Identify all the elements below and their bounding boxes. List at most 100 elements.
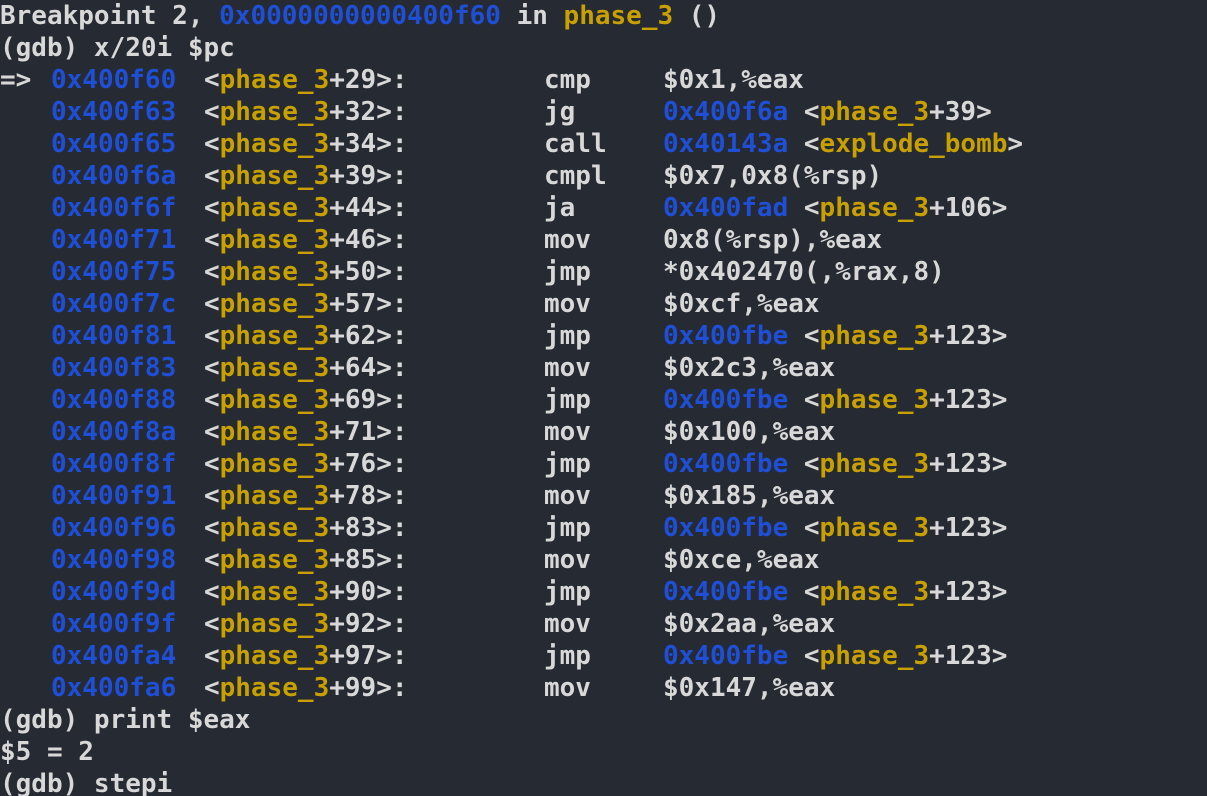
operand-part: $0xcf,%eax [663,289,820,319]
instruction-row: 0x400f6f <phase_3+44>: ja 0x400fad <phase_3… [0,192,1207,224]
instruction-opcode: mov [544,353,591,383]
instruction-operands: $0x2c3,%eax [663,352,835,384]
symbol-offset: +50>: [329,257,408,287]
instruction-opcode: jmp [544,321,591,351]
operand-part: +123> [929,449,1008,479]
operand-part: $0xce,%eax [663,545,820,575]
breakpoint-address: 0x0000000000400f60 [219,1,501,31]
operand-part: 0x400fad [663,193,789,223]
symbol-function: phase_3 [219,609,330,639]
instruction-row: 0x400f96 <phase_3+83>: jmp 0x400fbe <phase_… [0,512,1207,544]
instruction-symbol: <phase_3+39>: [204,161,408,191]
breakpoint-suffix: () [673,1,721,31]
instruction-row: 0x400f71 <phase_3+46>: mov 0x8(%rsp),%eax [0,224,1207,256]
symbol-offset: +62>: [329,321,408,351]
instruction-row: 0x400f65 <phase_3+34>: call 0x40143a <explo… [0,128,1207,160]
print-result: $5 = 2 [0,737,94,767]
instruction-row: 0x400f88 <phase_3+69>: jmp 0x400fbe <phase_… [0,384,1207,416]
operand-part: +123> [929,385,1008,415]
instruction-row: 0x400f9f <phase_3+92>: mov $0x2aa,%eax [0,608,1207,640]
operand-part: 0x400fbe [663,321,789,351]
operand-part: phase_3 [819,641,930,671]
operand-part: < [788,577,820,607]
symbol-function: phase_3 [219,289,330,319]
symbol-offset: +76>: [329,449,408,479]
instruction-operands: 0x400f6a <phase_3+39> [663,96,992,128]
operand-part: $0x185,%eax [663,481,836,511]
operand-part: $0x147,%eax [663,673,836,703]
instruction-symbol: <phase_3+99>: [204,673,408,703]
symbol-function: phase_3 [219,673,330,703]
symbol-function: phase_3 [219,321,330,351]
instruction-address: 0x400f81 [51,321,177,351]
instruction-list: => 0x400f60 <phase_3+29>: cmp $0x1,%eax 0x400… [0,64,1207,704]
instruction-address: 0x400f75 [51,257,177,287]
symbol-function: phase_3 [219,545,330,575]
operand-part: 0x400fbe [663,577,789,607]
instruction-opcode: jmp [544,385,591,415]
operand-part: < [788,641,820,671]
instruction-operands: 0x400fbe <phase_3+123> [663,576,1007,608]
operand-part: 0x400fbe [663,513,789,543]
instruction-operands: 0x40143a <explode_bomb> [663,128,1023,160]
instruction-row: 0x400f75 <phase_3+50>: jmp *0x402470(,%rax,… [0,256,1207,288]
operand-part: +123> [929,641,1008,671]
instruction-symbol: <phase_3+71>: [204,417,408,447]
instruction-opcode: mov [544,673,591,703]
instruction-address: 0x400f8a [51,417,177,447]
instruction-address: 0x400f8f [51,449,177,479]
operand-part: phase_3 [819,193,930,223]
operand-part: 0x400f6a [663,97,789,127]
instruction-operands: 0x400fbe <phase_3+123> [663,640,1007,672]
symbol-function: phase_3 [219,577,330,607]
instruction-symbol: <phase_3+85>: [204,545,408,575]
instruction-symbol: <phase_3+83>: [204,513,408,543]
operand-part: phase_3 [819,449,930,479]
command-line[interactable]: (gdb) stepi [0,768,1207,796]
symbol-offset: +57>: [329,289,408,319]
operand-part: 0x400fbe [663,641,789,671]
operand-part: phase_3 [819,97,930,127]
instruction-row: 0x400f63 <phase_3+32>: jg 0x400f6a <phase_3… [0,96,1207,128]
symbol-offset: +92>: [329,609,408,639]
instruction-row: => 0x400f60 <phase_3+29>: cmp $0x1,%eax [0,64,1207,96]
operand-part: explode_bomb [819,129,1008,159]
instruction-symbol: <phase_3+69>: [204,385,408,415]
instruction-operands: 0x400fbe <phase_3+123> [663,512,1007,544]
instruction-address: 0x400fa6 [51,673,177,703]
symbol-function: phase_3 [219,513,330,543]
instruction-symbol: <phase_3+50>: [204,257,408,287]
symbol-function: phase_3 [219,257,330,287]
instruction-address: 0x400fa4 [51,641,177,671]
instruction-operands: $0xce,%eax [663,544,820,576]
symbol-offset: +90>: [329,577,408,607]
instruction-opcode: mov [544,481,591,511]
instruction-symbol: <phase_3+34>: [204,129,408,159]
symbol-function: phase_3 [219,417,330,447]
instruction-opcode: cmpl [544,161,607,191]
gdb-terminal[interactable]: Breakpoint 2, 0x0000000000400f60 in phas… [0,0,1207,796]
instruction-opcode: jmp [544,449,591,479]
operand-part: < [788,513,820,543]
instruction-opcode: jmp [544,641,591,671]
instruction-symbol: <phase_3+62>: [204,321,408,351]
instruction-address: 0x400f9f [51,609,177,639]
instruction-address: 0x400f7c [51,289,177,319]
instruction-opcode: ja [544,193,576,223]
instruction-address: 0x400f91 [51,481,177,511]
instruction-opcode: jmp [544,513,591,543]
breakpoint-function: phase_3 [563,1,674,31]
symbol-function: phase_3 [219,353,330,383]
symbol-offset: +69>: [329,385,408,415]
instruction-address: 0x400f9d [51,577,177,607]
operand-part: > [1007,129,1024,159]
instruction-address: 0x400f6f [51,193,177,223]
operand-part: $0x1,%eax [663,65,804,95]
instruction-operands: $0x147,%eax [663,672,835,704]
instruction-symbol: <phase_3+76>: [204,449,408,479]
instruction-row: 0x400f83 <phase_3+64>: mov $0x2c3,%eax [0,352,1207,384]
instruction-address: 0x400f98 [51,545,177,575]
operand-part: phase_3 [819,513,930,543]
instruction-opcode: cmp [544,65,591,95]
instruction-operands: 0x400fbe <phase_3+123> [663,448,1007,480]
